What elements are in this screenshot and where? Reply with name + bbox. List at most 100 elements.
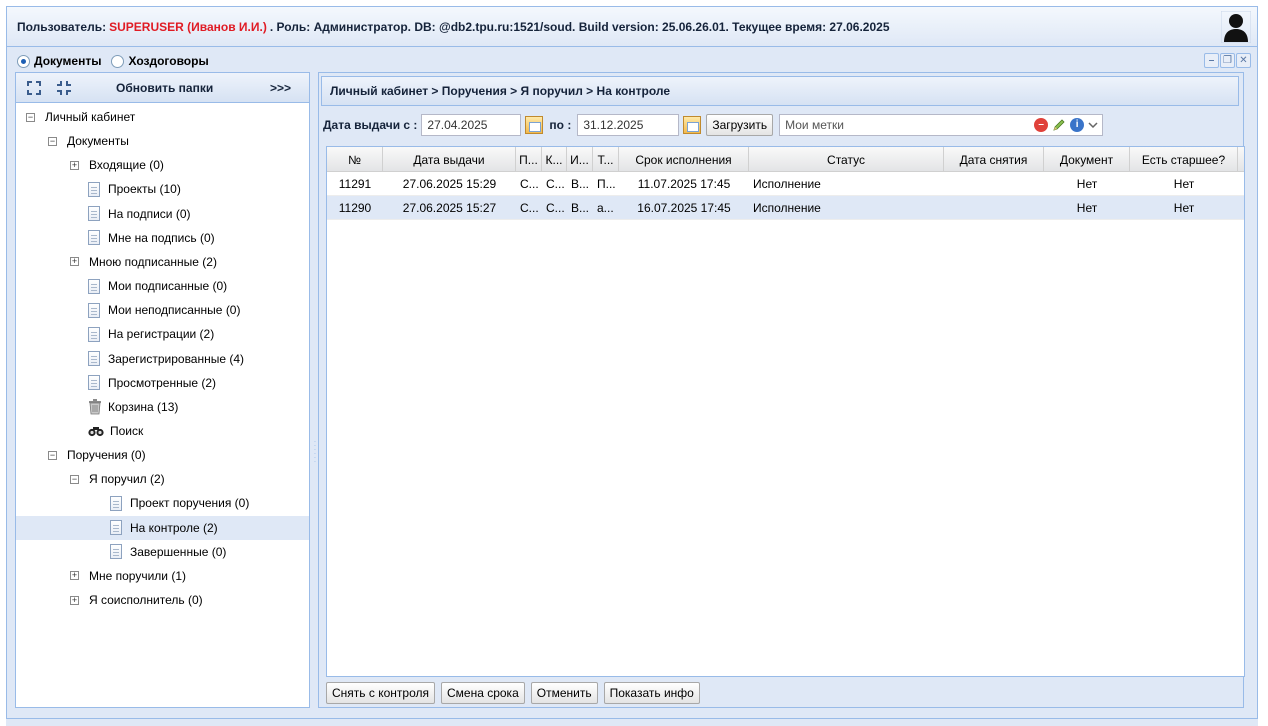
tree-item[interactable]: На подписи (0) [16,202,309,226]
expand-icon[interactable]: + [70,595,79,605]
tree-item[interactable]: Проект поручения (0) [16,491,309,515]
tags-combobox[interactable]: Мои метки – i [779,114,1104,136]
change-term-button[interactable]: Смена срока [440,682,525,704]
collapse-icon[interactable]: − [48,450,57,460]
table-cell: Исполнение [753,201,821,215]
tree-item[interactable]: Завершенные (0) [16,540,309,564]
refresh-folders-button[interactable]: Обновить папки [116,81,213,95]
column-header[interactable]: Срок исполнения [619,147,749,172]
info-icon[interactable]: i [1070,118,1085,132]
edit-pencil-icon[interactable] [1052,118,1066,132]
tree-item-label: На подписи (0) [108,206,191,221]
expand-icon[interactable]: + [70,571,79,581]
tree-item[interactable]: − Поручения (0) [16,443,309,467]
collapse-icon[interactable]: − [26,112,35,122]
tree-item-label: Проекты (10) [108,182,181,197]
date-to-input[interactable]: 31.12.2025 [577,114,680,136]
column-header[interactable]: Т... [593,147,619,172]
tree-item[interactable]: На регистрации (2) [16,322,309,346]
tree-item[interactable]: Просмотренные (2) [16,371,309,395]
tree-item-label: Мною подписанные (2) [89,254,217,269]
tree-item[interactable]: Мои подписанные (0) [16,274,309,298]
column-header[interactable]: Есть старшее? [1130,147,1238,172]
tree-item[interactable]: + Я соисполнитель (0) [16,588,309,612]
column-header[interactable]: Документ [1044,147,1130,172]
expand-icon[interactable]: + [70,257,79,267]
date-from-calendar-icon[interactable] [525,116,544,134]
close-icon[interactable]: ✕ [1236,53,1251,68]
expand-icon[interactable]: + [70,160,79,170]
column-header[interactable]: Дата снятия [944,147,1044,172]
mode-contracts-label: Хоздоговоры [128,54,209,68]
user-name: SUPERUSER (Иванов И.И.) [109,19,267,34]
restore-icon[interactable]: ❐ [1220,53,1235,68]
load-button[interactable]: Загрузить [706,114,774,136]
date-from-input[interactable]: 27.04.2025 [421,114,522,136]
table-cell: С... [520,201,539,215]
tree-item[interactable]: − Документы [16,129,309,153]
table-row[interactable]: 11290 27.06.2025 15:27 С... С... В... а... 16.… [327,196,1244,220]
tree-item[interactable]: Мне на подпись (0) [16,226,309,250]
tree-item[interactable]: Мои неподписанные (0) [16,298,309,322]
action-bar: Снять с контроля Смена срока Отменить По… [326,682,700,704]
remove-control-button[interactable]: Снять с контроля [326,682,435,704]
tree-item[interactable]: − Я поручил (2) [16,467,309,491]
table-cell: Нет [1173,201,1195,215]
mode-documents-radio[interactable]: Документы [17,54,101,68]
table-cell: 27.06.2025 15:27 [402,201,497,215]
minimize-icon[interactable]: – [1204,53,1219,68]
table-row[interactable]: 11291 27.06.2025 15:29 С... С... В... П... 11.… [327,172,1244,196]
tasks-panel: Личный кабинет > Поручения > Я поручил >… [318,72,1245,708]
clear-tags-icon[interactable]: – [1034,118,1049,132]
column-header[interactable]: И... [567,147,593,172]
tree-item[interactable]: На контроле (2) [16,515,309,540]
mode-selector: Документы Хоздоговоры – ❐ ✕ [7,50,1257,72]
tree-item[interactable]: Поиск [16,419,309,443]
column-header[interactable]: № [327,147,383,172]
column-header[interactable]: Дата выдачи [383,147,516,172]
date-to-calendar-icon[interactable] [683,116,702,134]
tree-item[interactable]: Корзина (13) [16,395,309,419]
document-icon [88,351,100,366]
tags-placeholder: Мои метки [785,118,844,132]
tree-item[interactable]: + Мною подписанные (2) [16,250,309,274]
table-cell: С... [520,177,539,191]
tags-actions: – i [1034,118,1098,132]
chevron-down-icon[interactable] [1088,120,1098,130]
column-header[interactable]: Статус [749,147,944,172]
tree-item-label: Документы [67,134,129,149]
user-avatar-icon[interactable] [1221,11,1251,43]
table-cell [944,196,1044,220]
session-info: . Роль: Администратор. DB: @db2.tpu.ru:1… [269,19,890,34]
table-cell: П... [597,177,616,191]
tree-item-label: Проект поручения (0) [130,496,250,511]
cancel-button[interactable]: Отменить [530,682,598,704]
collapse-icon[interactable]: − [48,136,57,146]
date-from-label: Дата выдачи с : [323,118,418,132]
panel-splitter[interactable]: · · · · · · [313,438,317,480]
tree-item-label: На регистрации (2) [108,327,215,342]
table-cell: С... [546,201,565,215]
column-header[interactable]: К... [542,147,567,172]
document-icon [88,375,100,391]
tree-item[interactable]: + Мне поручили (1) [16,564,309,588]
tree-item[interactable]: + Входящие (0) [16,153,309,177]
show-info-button[interactable]: Показать инфо [603,682,700,704]
table-cell: Исполнение [753,177,821,191]
document-icon [88,326,100,342]
expand-panel-button[interactable]: >>> [270,81,291,95]
tree-item[interactable]: Зарегистрированные (4) [16,347,309,371]
folders-panel: Обновить папки >>> − Личный кабинет − Докум… [15,72,310,708]
table-cell [944,172,1044,196]
tree-item[interactable]: − Личный кабинет [16,105,309,129]
collapse-all-icon[interactable] [56,80,72,96]
tree-item-label: Поручения (0) [67,448,146,463]
tree-item[interactable]: Проекты (10) [16,177,309,201]
document-icon [110,544,122,560]
column-header[interactable]: П... [516,147,542,172]
table-cell: В... [571,177,590,191]
mode-contracts-radio[interactable]: Хоздоговоры [111,54,209,68]
expand-all-icon[interactable] [26,80,42,96]
collapse-icon[interactable]: − [70,474,79,484]
table-cell: Нет [1173,177,1195,191]
